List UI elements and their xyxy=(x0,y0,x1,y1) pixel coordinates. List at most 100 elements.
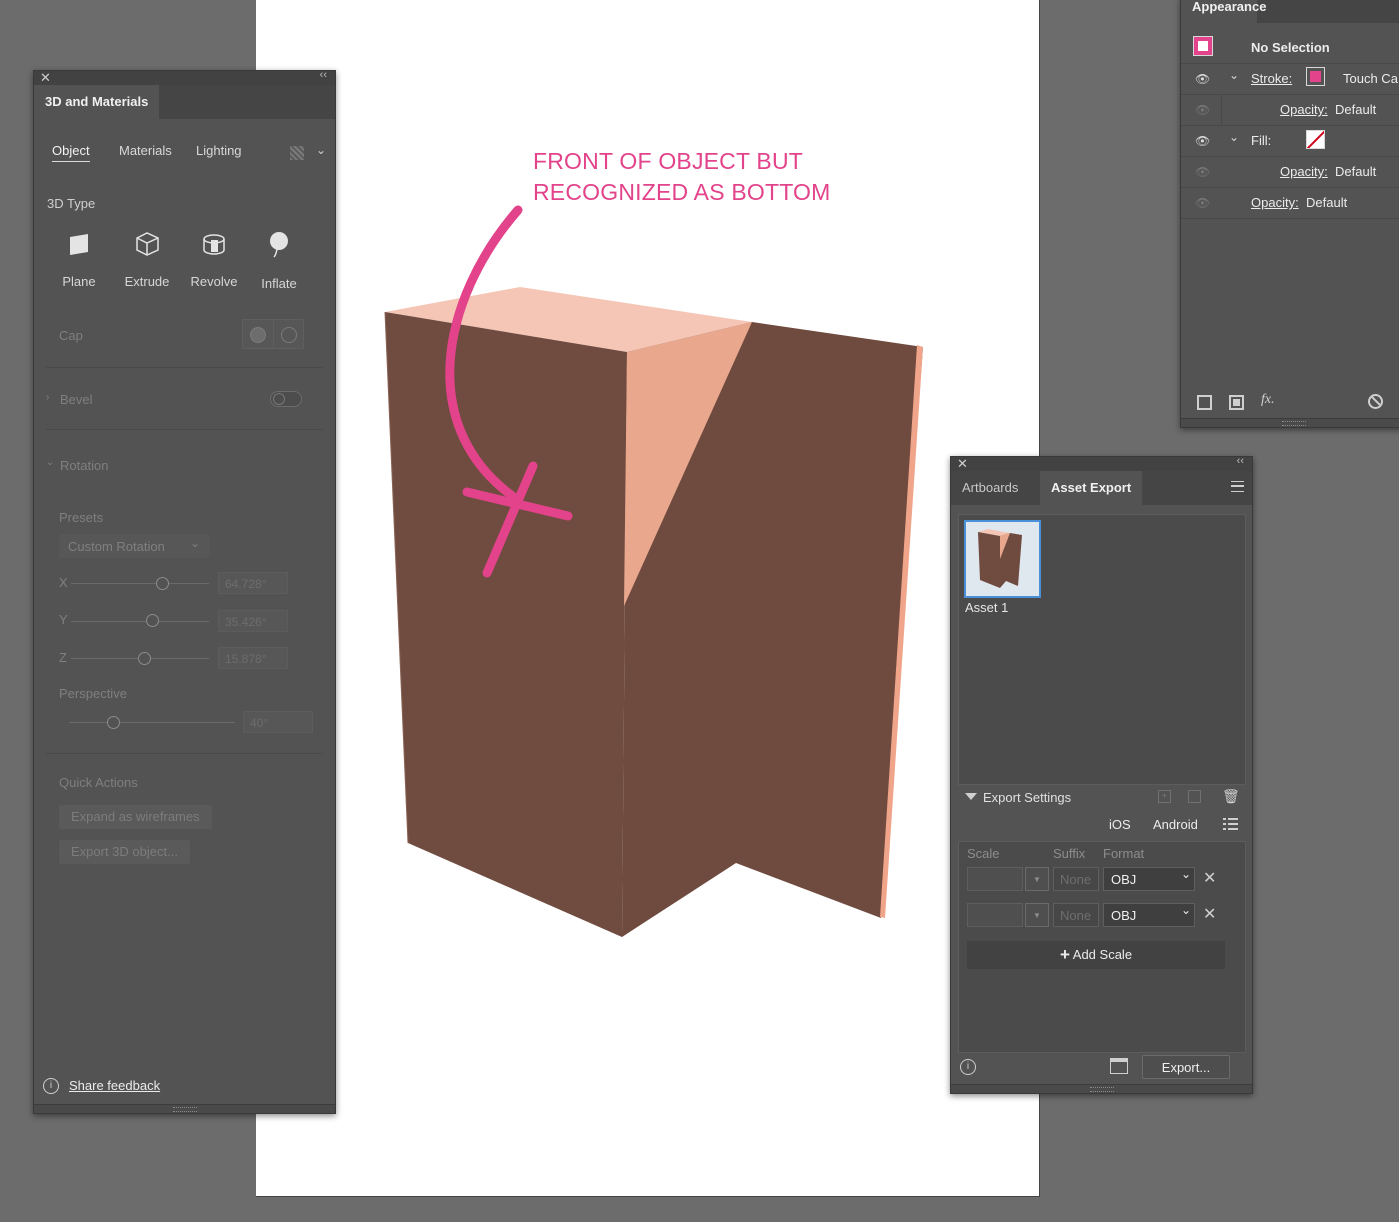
stroke-opacity-label[interactable]: Opacity: xyxy=(1280,102,1328,117)
export-button[interactable]: Export... xyxy=(1142,1055,1230,1079)
stroke-label[interactable]: Stroke: xyxy=(1251,71,1292,86)
subtab-lighting[interactable]: Lighting xyxy=(196,143,242,158)
bevel-toggle[interactable] xyxy=(270,391,302,407)
no-selection-row: No Selection xyxy=(1181,32,1399,64)
quick-actions-label: Quick Actions xyxy=(59,775,138,790)
suffix-input[interactable]: None xyxy=(1053,867,1099,891)
type-revolve-button[interactable]: Revolve xyxy=(181,231,247,289)
stroke-row[interactable]: 👁 ⌄ Stroke: Touch Ca xyxy=(1181,63,1399,95)
collapse-icon[interactable]: ‹‹ xyxy=(1237,455,1244,467)
suffix-column-label: Suffix xyxy=(1053,846,1086,861)
close-icon[interactable]: ✕ xyxy=(957,456,968,472)
tab-appearance[interactable]: Appearance xyxy=(1181,0,1266,23)
add-scale-button[interactable]: + Add Scale xyxy=(967,941,1225,969)
suffix-input[interactable]: None xyxy=(1053,903,1099,927)
type-plane-button[interactable]: Plane xyxy=(46,231,112,289)
list-settings-icon[interactable] xyxy=(1223,817,1238,831)
info-icon[interactable]: i xyxy=(960,1059,976,1075)
fx-icon[interactable]: fx. xyxy=(1261,392,1275,408)
trash-icon[interactable]: 🗑 xyxy=(1222,788,1240,805)
y-label: Y xyxy=(59,612,68,627)
selection-swatch xyxy=(1193,36,1213,56)
resize-grip[interactable] xyxy=(951,1084,1252,1093)
x-slider-knob[interactable] xyxy=(156,577,169,590)
asset-thumbnail[interactable] xyxy=(964,520,1041,598)
cap-off-icon[interactable] xyxy=(281,327,297,343)
resize-grip[interactable] xyxy=(34,1104,335,1113)
y-slider-knob[interactable] xyxy=(146,614,159,627)
add-fill-icon[interactable] xyxy=(1229,395,1244,410)
presets-dropdown[interactable]: Custom Rotation ⌄ xyxy=(59,534,210,558)
scale-dropdown[interactable]: ▼ xyxy=(1025,867,1049,891)
remove-scale-icon[interactable]: ✕ xyxy=(1203,868,1216,888)
expand-wireframes-button[interactable]: Expand as wireframes xyxy=(59,805,212,829)
scale-input[interactable] xyxy=(967,903,1023,927)
eye-icon[interactable]: 👁 xyxy=(1195,103,1210,117)
type-extrude-button[interactable]: Extrude xyxy=(114,231,180,289)
type-inflate-button[interactable]: Inflate xyxy=(246,231,312,291)
eye-icon[interactable]: 👁 xyxy=(1195,72,1210,86)
chevron-down-icon[interactable] xyxy=(965,793,977,800)
eye-icon[interactable]: 👁 xyxy=(1195,165,1210,179)
chevron-down-icon[interactable]: ⌄ xyxy=(1229,68,1239,82)
plane-icon xyxy=(70,234,88,255)
opacity-label[interactable]: Opacity: xyxy=(1251,195,1299,210)
clear-appearance-icon[interactable] xyxy=(1368,394,1383,409)
subtab-object[interactable]: Object xyxy=(52,143,90,162)
duplicate-asset-icon[interactable] xyxy=(1188,790,1201,803)
fill-opacity-label[interactable]: Opacity: xyxy=(1280,164,1328,179)
z-slider-knob[interactable] xyxy=(138,652,151,665)
info-icon[interactable]: i xyxy=(43,1078,59,1094)
fill-opacity-row[interactable]: 👁 Opacity: Default xyxy=(1181,156,1399,188)
eye-icon[interactable]: 👁 xyxy=(1195,196,1210,210)
3d-materials-panel: ✕ ‹‹ 3D and Materials Object Materials L… xyxy=(33,69,336,1114)
cap-on-icon[interactable] xyxy=(250,327,266,343)
tab-asset-export[interactable]: Asset Export xyxy=(1040,471,1143,505)
opacity-row[interactable]: 👁 Opacity: Default xyxy=(1181,187,1399,219)
export-3d-object-button[interactable]: Export 3D object... xyxy=(59,840,190,864)
fill-row[interactable]: 👁 ⌄ Fill: xyxy=(1181,125,1399,157)
x-value-field[interactable]: 64.728° xyxy=(218,572,288,594)
stroke-opacity-row[interactable]: 👁 Opacity: Default xyxy=(1181,94,1399,126)
perspective-slider-knob[interactable] xyxy=(107,716,120,729)
fill-swatch[interactable] xyxy=(1306,130,1325,149)
remove-scale-icon[interactable]: ✕ xyxy=(1203,904,1216,924)
fill-label[interactable]: Fill: xyxy=(1251,133,1271,148)
ios-button[interactable]: iOS xyxy=(1109,817,1131,832)
eye-icon[interactable]: 👁 xyxy=(1195,134,1210,148)
inflate-icon xyxy=(270,232,288,258)
bevel-label: Bevel xyxy=(60,392,93,407)
add-asset-icon[interactable]: + xyxy=(1158,790,1171,803)
share-feedback-link[interactable]: Share feedback xyxy=(69,1078,160,1093)
type-revolve-label: Revolve xyxy=(190,274,238,289)
type-extrude-label: Extrude xyxy=(124,274,170,289)
z-value-field[interactable]: 15.878° xyxy=(218,647,288,669)
scale-dropdown[interactable]: ▼ xyxy=(1025,903,1049,927)
export-scale-area: Scale Suffix Format ▼ None OBJ ⌄ ✕ ▼ Non… xyxy=(958,841,1246,1053)
stroke-swatch[interactable] xyxy=(1306,67,1325,86)
asset-name[interactable]: Asset 1 xyxy=(965,600,1008,615)
chevron-right-icon[interactable]: › xyxy=(46,392,49,403)
subtab-materials[interactable]: Materials xyxy=(119,143,172,158)
y-value-field[interactable]: 35.426° xyxy=(218,610,288,632)
3d-type-label: 3D Type xyxy=(47,196,96,211)
resize-grip[interactable] xyxy=(1181,418,1399,427)
chevron-down-icon: ⌄ xyxy=(1181,867,1192,881)
add-scale-label: Add Scale xyxy=(1072,947,1133,962)
add-stroke-icon[interactable] xyxy=(1197,395,1212,410)
tab-artboards[interactable]: Artboards xyxy=(951,471,1029,505)
panel-menu-icon[interactable] xyxy=(1231,481,1244,492)
close-icon[interactable]: ✕ xyxy=(40,70,51,86)
chevron-down-icon[interactable]: ⌄ xyxy=(1229,130,1239,144)
collapse-icon[interactable]: ‹‹ xyxy=(320,69,327,81)
chevron-down-icon[interactable]: ⌄ xyxy=(316,143,326,157)
render-icon[interactable] xyxy=(290,146,304,160)
perspective-value-field[interactable]: 40° xyxy=(243,711,313,733)
android-button[interactable]: Android xyxy=(1153,817,1198,832)
object-front-face[interactable] xyxy=(385,312,627,937)
chevron-down-icon[interactable]: ⌄ xyxy=(46,457,54,468)
export-settings-icon[interactable] xyxy=(1110,1058,1128,1074)
tab-3d-materials[interactable]: 3D and Materials xyxy=(34,85,160,119)
scale-input[interactable] xyxy=(967,867,1023,891)
type-plane-label: Plane xyxy=(62,274,96,289)
